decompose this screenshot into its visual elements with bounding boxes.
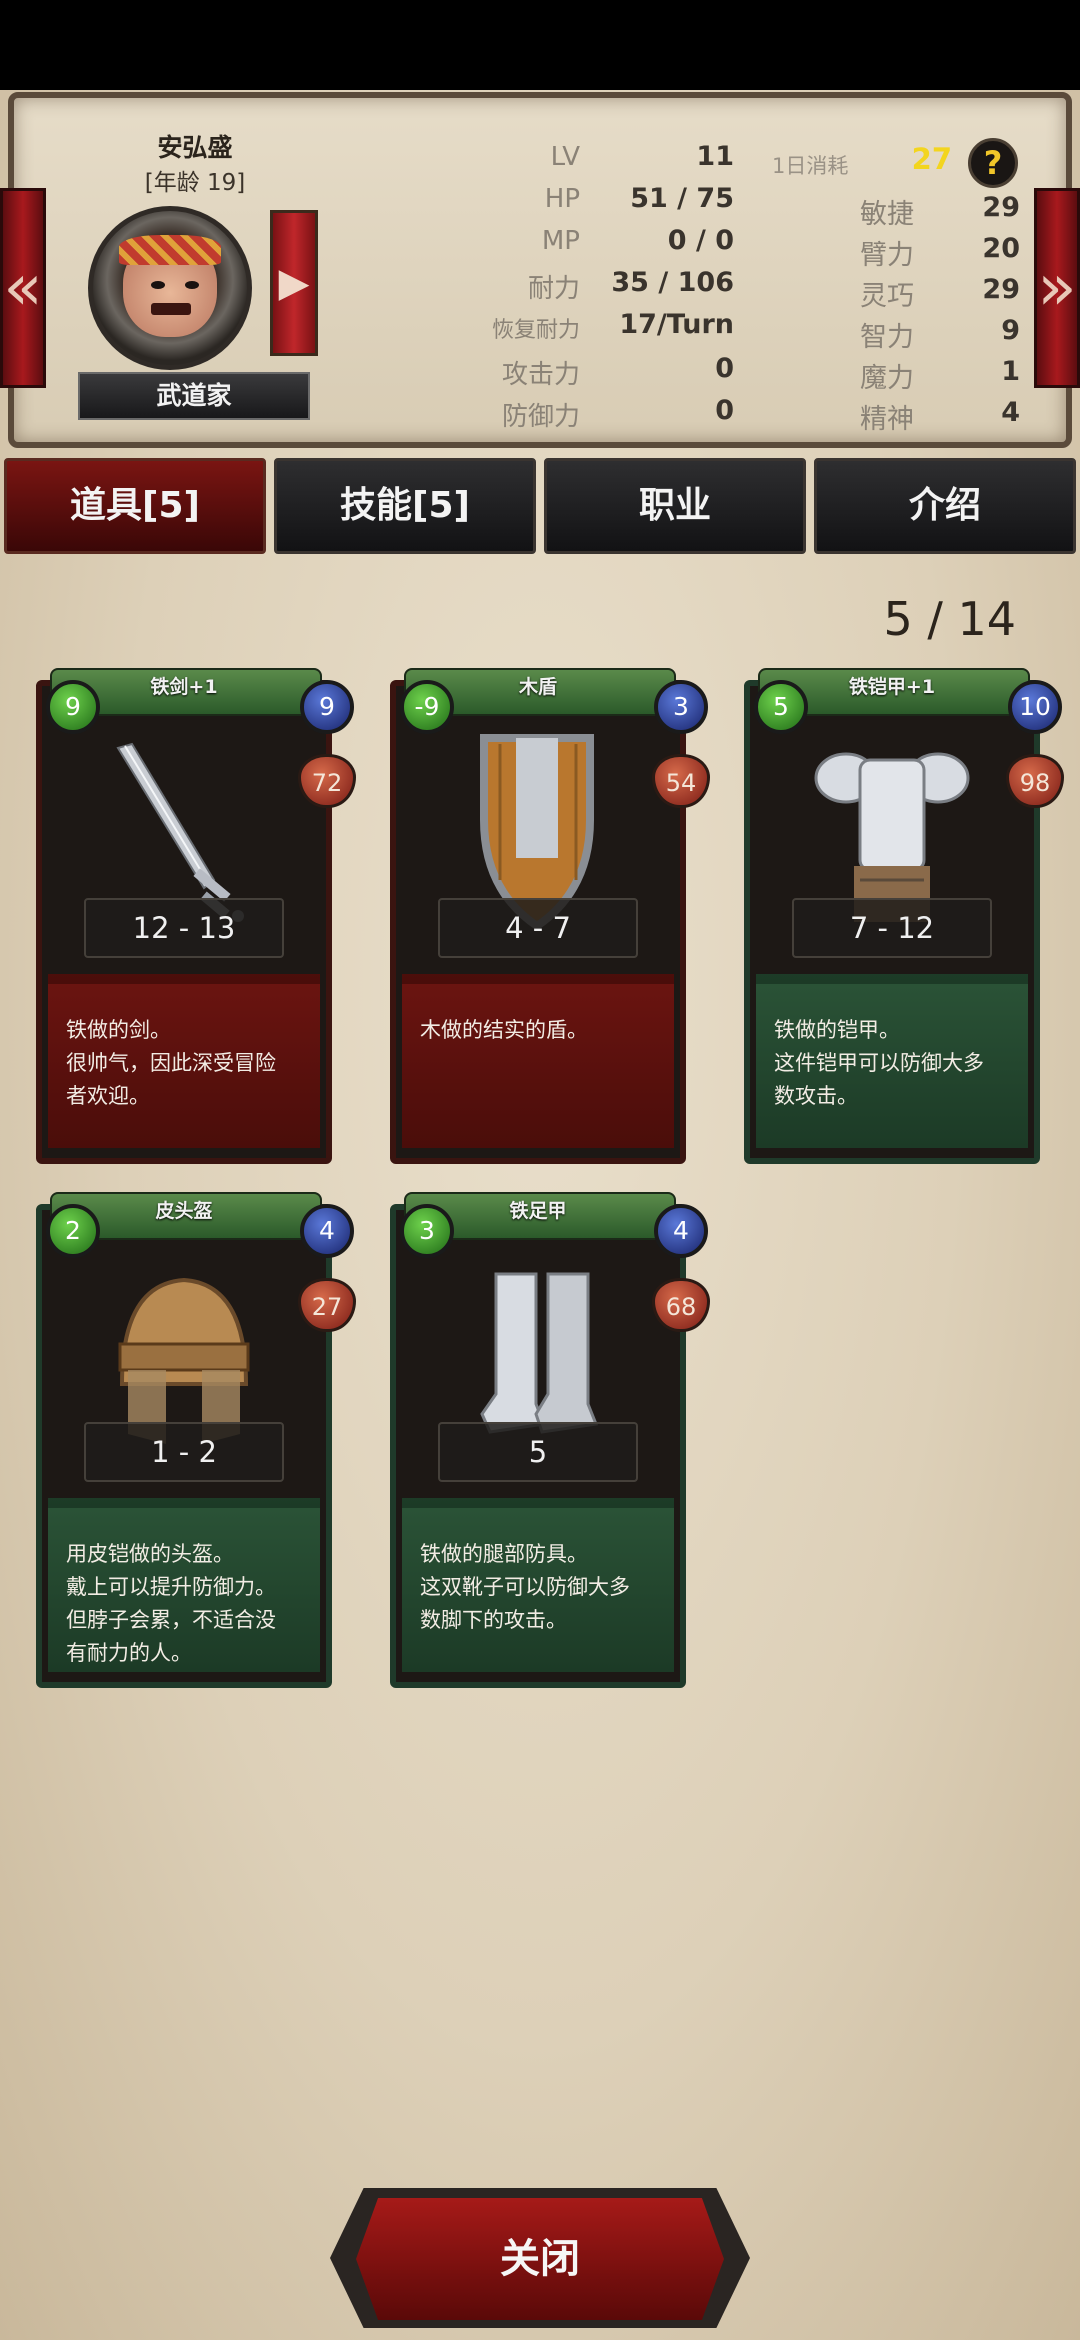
item-right-orb: 4 (300, 1204, 354, 1258)
question-icon: ? (983, 144, 1003, 182)
attr-value-dexterity: 29 (982, 274, 1020, 305)
stat-value-attack: 0 (715, 353, 734, 384)
item-card-leather-helmet[interactable]: 皮头盔 2 4 27 1 - 2 用皮铠做的头盔。 戴上可以提升防御力。 但脖子… (26, 1184, 356, 1688)
character-age: [年龄 19] (144, 170, 246, 196)
inventory-count: 5 / 14 (883, 592, 1016, 646)
item-card-wood-shield[interactable]: 木盾 -9 3 54 4 - 7 木做的结实的盾。 (380, 660, 710, 1164)
stat-value-hp: 51 / 75 (630, 183, 734, 214)
stat-value-defense: 0 (715, 395, 734, 426)
close-button[interactable]: 关闭 (356, 2198, 724, 2320)
item-name: 木盾 (518, 676, 557, 698)
stat-label-hp: HP (544, 184, 580, 214)
stat-label-stamina: 耐力 (527, 274, 580, 304)
stat-value-mp: 0 / 0 (667, 225, 734, 256)
attr-value-spirit: 4 (1001, 397, 1020, 428)
item-right-orb: 4 (654, 1204, 708, 1258)
item-right-orb: 3 (654, 680, 708, 734)
item-name: 铁剑+1 (150, 676, 218, 698)
tab-job[interactable]: 职业 (544, 458, 806, 554)
stat-label-defense: 防御力 (501, 402, 580, 432)
item-range: 5 (438, 1422, 638, 1482)
daily-cost-label: 1日消耗 (772, 154, 849, 178)
portrait-arrow-button[interactable]: ▶ (270, 210, 318, 356)
tab-intro[interactable]: 介绍 (814, 458, 1076, 554)
item-description: 铁做的铠甲。 这件铠甲可以防御大多 数攻击。 (756, 974, 1028, 1148)
stat-value-stamina: 35 / 106 (611, 267, 734, 298)
item-right-orb: 9 (300, 680, 354, 734)
item-range: 1 - 2 (84, 1422, 284, 1482)
attr-value-intelligence: 9 (1001, 315, 1020, 346)
item-description: 铁做的腿部防具。 这双靴子可以防御大多 数脚下的攻击。 (402, 1498, 674, 1672)
item-right-orb: 10 (1008, 680, 1062, 734)
help-button[interactable]: ? (968, 138, 1018, 188)
stat-value-stamina-recovery: 17/Turn (619, 309, 734, 340)
stat-label-stamina-recovery: 恢复耐力 (491, 318, 580, 343)
item-name: 铁铠甲+1 (848, 676, 936, 698)
item-range: 4 - 7 (438, 898, 638, 958)
character-class: 武道家 (78, 372, 310, 420)
item-range: 7 - 12 (792, 898, 992, 958)
item-left-orb: 9 (46, 680, 100, 734)
tab-items[interactable]: 道具[5] (4, 458, 266, 554)
item-card-iron-armor[interactable]: 铁铠甲+1 5 10 98 7 - 12 铁做的铠甲。 这件铠甲可以防御大多 数… (734, 660, 1064, 1164)
attr-value-strength: 20 (982, 233, 1020, 264)
item-description: 用皮铠做的头盔。 戴上可以提升防御力。 但脖子会累，不适合没 有耐力的人。 (48, 1498, 320, 1672)
stat-label-mp: MP (541, 226, 580, 256)
stat-label-attack: 攻击力 (501, 360, 580, 390)
double-chevron-right-icon: » (1037, 251, 1077, 325)
item-left-orb: 3 (400, 1204, 454, 1258)
attr-value-magic: 1 (1001, 356, 1020, 387)
tab-skills[interactable]: 技能[5] (274, 458, 536, 554)
double-chevron-left-icon: « (3, 251, 43, 325)
character-name: 安弘盛 (157, 133, 233, 162)
item-card-iron-sword[interactable]: 铁剑+1 9 9 72 12 - 13 铁做的剑。 很帅气，因此深受冒险 者欢迎… (26, 660, 356, 1164)
item-description: 木做的结实的盾。 (402, 974, 674, 1148)
character-portrait[interactable] (88, 206, 252, 370)
item-range: 12 - 13 (84, 898, 284, 958)
attr-value-agility: 29 (982, 192, 1020, 223)
stat-value-lv: 11 (696, 141, 734, 172)
daily-cost-value: 27 (911, 142, 952, 176)
item-card-iron-boots[interactable]: 铁足甲 3 4 68 5 铁做的腿部防具。 这双靴子可以防御大多 数脚下的攻击。 (380, 1184, 710, 1688)
item-left-orb: 5 (754, 680, 808, 734)
stat-label-lv: LV (550, 142, 580, 172)
item-description: 铁做的剑。 很帅气，因此深受冒险 者欢迎。 (48, 974, 320, 1148)
item-left-orb: -9 (400, 680, 454, 734)
item-left-orb: 2 (46, 1204, 100, 1258)
prev-character-button[interactable]: « (0, 188, 46, 388)
next-character-button[interactable]: » (1034, 188, 1080, 388)
item-name: 皮头盔 (155, 1200, 213, 1222)
item-name: 铁足甲 (509, 1200, 567, 1222)
triangle-right-icon: ▶ (278, 260, 310, 306)
